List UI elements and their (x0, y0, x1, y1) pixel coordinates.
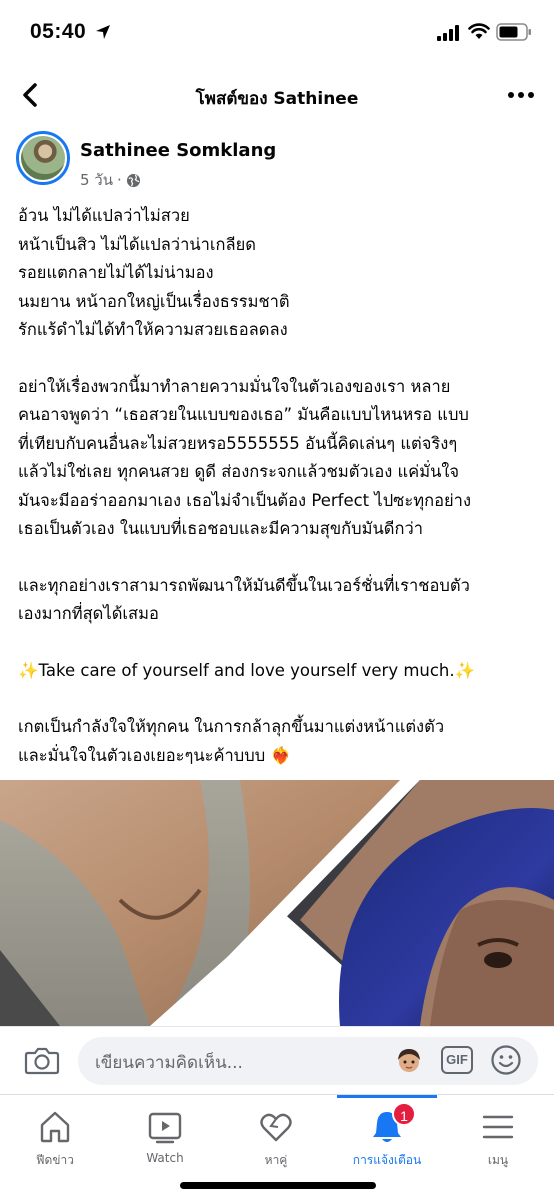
post-photo-collage[interactable] (0, 780, 554, 1026)
post-paragraph-2: อย่าให้เรื่องพวกนี้มาทำลายความมั่นใจในตั… (18, 376, 472, 539)
nav-item-dating[interactable]: หาคู่ (221, 1095, 331, 1175)
home-icon (40, 1111, 70, 1143)
status-bar: 05:40 (0, 0, 554, 66)
nav-label-watch: Watch (146, 1151, 184, 1165)
heart-icon (260, 1113, 292, 1142)
post-photos[interactable] (0, 780, 554, 1026)
post-time[interactable]: 5 วัน (80, 168, 113, 192)
status-time: 05:40 (30, 20, 87, 43)
menu-icon (482, 1115, 514, 1139)
home-indicator[interactable] (180, 1182, 376, 1189)
more-horizontal-icon[interactable] (506, 84, 536, 106)
nav-item-menu[interactable]: เมนู (443, 1095, 553, 1175)
nav-item-watch[interactable]: Watch (110, 1095, 220, 1175)
location-arrow-icon (96, 25, 110, 39)
smiley-icon[interactable] (490, 1044, 522, 1076)
globe-icon (126, 173, 140, 187)
comment-placeholder[interactable]: เขียนความคิดเห็น... (95, 1049, 243, 1076)
notification-badge: 1 (392, 1102, 416, 1126)
gif-icon[interactable]: GIF (441, 1046, 473, 1074)
author-name[interactable]: Sathinee Somklang (80, 140, 276, 161)
nav-label-dating: หาคู่ (264, 1153, 288, 1167)
post-closing: เกตเป็นกำลังใจให้ทุกคน ในการกล้าลุกขึ้นม… (18, 713, 543, 770)
watch-video-icon (148, 1112, 182, 1144)
avatar-photo (21, 136, 65, 180)
sparkle-emoji: ✨ (18, 660, 39, 680)
nav-label-menu: เมนู (487, 1153, 509, 1167)
comment-bar: เขียนความคิดเห็น... GIF (0, 1026, 554, 1094)
nav-label-news-feed: ฟีดข่าว (36, 1153, 74, 1167)
nav-item-news-feed[interactable]: ฟีดข่าว (0, 1095, 110, 1175)
cellular-signal-icon (437, 25, 459, 41)
post-english-line: ✨Take care of yourself and love yourself… (18, 657, 543, 686)
post-header-bar: โพสต์ของ Sathinee (0, 66, 554, 124)
avatar-sticker-icon[interactable] (395, 1046, 423, 1074)
closing-text: เกตเป็นกำลังใจให้ทุกคน ในการกล้าลุกขึ้นม… (18, 717, 445, 765)
page-title: โพสต์ของ Sathinee (195, 89, 359, 109)
sparkle-emoji: ✨ (454, 660, 476, 680)
heart-fire-emoji: ❤️‍🔥 (270, 745, 292, 765)
english-text: Take care of yourself and love yourself … (38, 660, 455, 680)
post-paragraph-1: อ้วน ไม่ได้แปลว่าไม่สวย หน้าเป็นสิว ไม่ไ… (18, 206, 290, 339)
camera-icon[interactable] (24, 1045, 60, 1075)
post-text: อ้วน ไม่ได้แปลว่าไม่สวย หน้าเป็นสิว ไม่ไ… (18, 202, 543, 798)
nav-item-notifications[interactable]: การแจ้งเตือน (332, 1095, 442, 1175)
post-meta: 5 วัน · (80, 168, 141, 192)
post-paragraph-3: และทุกอย่างเราสามารถพัฒนาให้มันดีขึ้นในเ… (18, 575, 470, 624)
meta-separator: · (117, 171, 122, 189)
wifi-icon (468, 23, 490, 39)
author-avatar[interactable] (16, 131, 70, 185)
nav-label-notifications: การแจ้งเตือน (352, 1153, 422, 1167)
battery-icon (496, 23, 531, 41)
